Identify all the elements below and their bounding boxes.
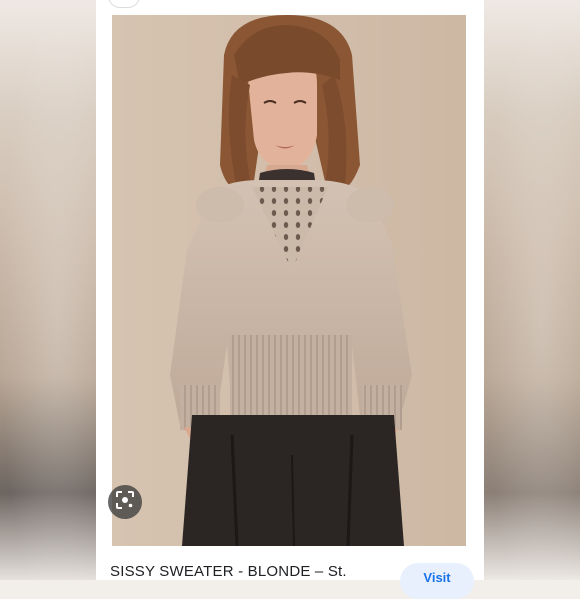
- lens-icon: [116, 490, 134, 514]
- visual-search-button[interactable]: [108, 485, 142, 519]
- blurred-backdrop-left: [0, 0, 96, 580]
- visit-button[interactable]: Visit: [400, 563, 474, 599]
- result-title[interactable]: SISSY SWEATER - BLONDE – St.: [110, 563, 347, 580]
- blurred-backdrop-right: [484, 0, 580, 580]
- top-chip[interactable]: [108, 0, 140, 8]
- image-result-card: SISSY SWEATER - BLONDE – St. Visit: [96, 0, 484, 599]
- product-image[interactable]: [112, 15, 466, 546]
